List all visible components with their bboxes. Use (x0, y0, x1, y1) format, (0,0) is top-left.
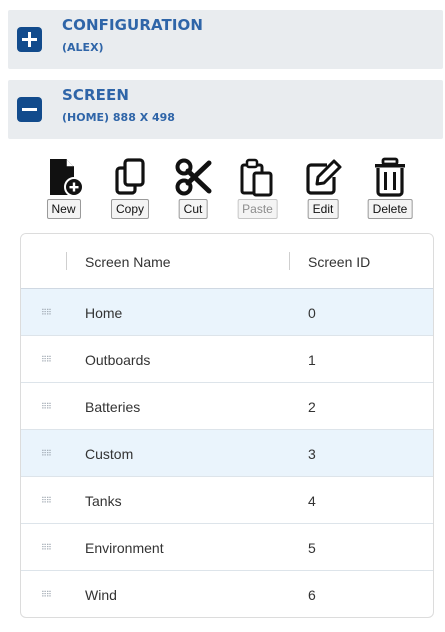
table-row[interactable]: ⠿⠿ Custom 3 (21, 430, 433, 477)
drag-handle-icon[interactable]: ⠿⠿ (41, 591, 52, 599)
drag-handle-icon[interactable]: ⠿⠿ (41, 403, 52, 411)
screen-id-cell: 1 (308, 352, 316, 368)
screen-subtitle: (HOME) 888 X 498 (62, 111, 175, 124)
configuration-section-header[interactable]: CONFIGURATION (ALEX) (8, 10, 443, 69)
screen-name-cell: Custom (85, 446, 134, 462)
drag-handle-icon[interactable]: ⠿⠿ (41, 497, 52, 505)
drag-handle-icon[interactable]: ⠿⠿ (41, 450, 52, 458)
screen-name-cell: Wind (85, 587, 117, 603)
screen-name-cell: Tanks (85, 493, 122, 509)
paste-button[interactable]: Paste (235, 157, 280, 219)
column-header-screen-id[interactable]: Screen ID (308, 254, 370, 270)
column-separator (289, 252, 290, 270)
screen-id-cell: 2 (308, 399, 316, 415)
configuration-title: CONFIGURATION (62, 16, 204, 34)
configuration-subtitle: (ALEX) (62, 41, 104, 54)
edit-label: Edit (307, 199, 339, 219)
screens-table: Screen Name Screen ID ⠿⠿ Home 0 ⠿⠿ Outbo… (20, 233, 434, 618)
screen-name-cell: Environment (85, 540, 164, 556)
screen-name-cell: Batteries (85, 399, 141, 415)
screen-name-cell: Home (85, 305, 123, 321)
screen-id-cell: 3 (308, 446, 316, 462)
drag-handle-icon[interactable]: ⠿⠿ (41, 309, 52, 317)
paste-icon (240, 158, 273, 197)
screen-id-cell: 4 (308, 493, 316, 509)
screen-id-cell: 5 (308, 540, 316, 556)
screen-name-cell: Outboards (85, 352, 151, 368)
delete-button[interactable]: Delete (365, 157, 415, 219)
trash-icon (375, 157, 405, 197)
table-row[interactable]: ⠿⠿ Batteries 2 (21, 383, 433, 430)
column-separator (66, 252, 67, 270)
edit-button[interactable]: Edit (301, 157, 345, 219)
table-row[interactable]: ⠿⠿ Outboards 1 (21, 336, 433, 383)
drag-handle-icon[interactable]: ⠿⠿ (41, 544, 52, 552)
delete-label: Delete (367, 199, 413, 219)
paste-label: Paste (237, 199, 278, 219)
copy-icon (115, 158, 145, 195)
copy-button[interactable]: Copy (110, 157, 150, 219)
screen-section-header[interactable]: SCREEN (HOME) 888 X 498 (8, 80, 443, 139)
screen-id-cell: 6 (308, 587, 316, 603)
expand-plus-icon[interactable] (17, 27, 42, 52)
drag-handle-icon[interactable]: ⠿⠿ (41, 356, 52, 364)
table-row[interactable]: ⠿⠿ Environment 5 (21, 524, 433, 571)
column-header-screen-name[interactable]: Screen Name (85, 254, 171, 270)
cut-button[interactable]: Cut (173, 157, 213, 219)
screen-id-cell: 0 (308, 305, 316, 321)
table-row[interactable]: ⠿⠿ Tanks 4 (21, 477, 433, 524)
table-row[interactable]: ⠿⠿ Home 0 (21, 289, 433, 336)
new-file-icon (50, 159, 84, 197)
collapse-minus-icon[interactable] (17, 97, 42, 122)
new-label: New (46, 199, 81, 219)
edit-icon (306, 159, 342, 195)
screen-title: SCREEN (62, 86, 130, 104)
cut-label: Cut (178, 199, 208, 219)
table-row[interactable]: ⠿⠿ Wind 6 (21, 571, 433, 617)
scissors-icon (175, 158, 212, 196)
table-header: Screen Name Screen ID (21, 234, 433, 289)
copy-label: Copy (110, 199, 150, 219)
new-button[interactable]: New (41, 157, 86, 219)
